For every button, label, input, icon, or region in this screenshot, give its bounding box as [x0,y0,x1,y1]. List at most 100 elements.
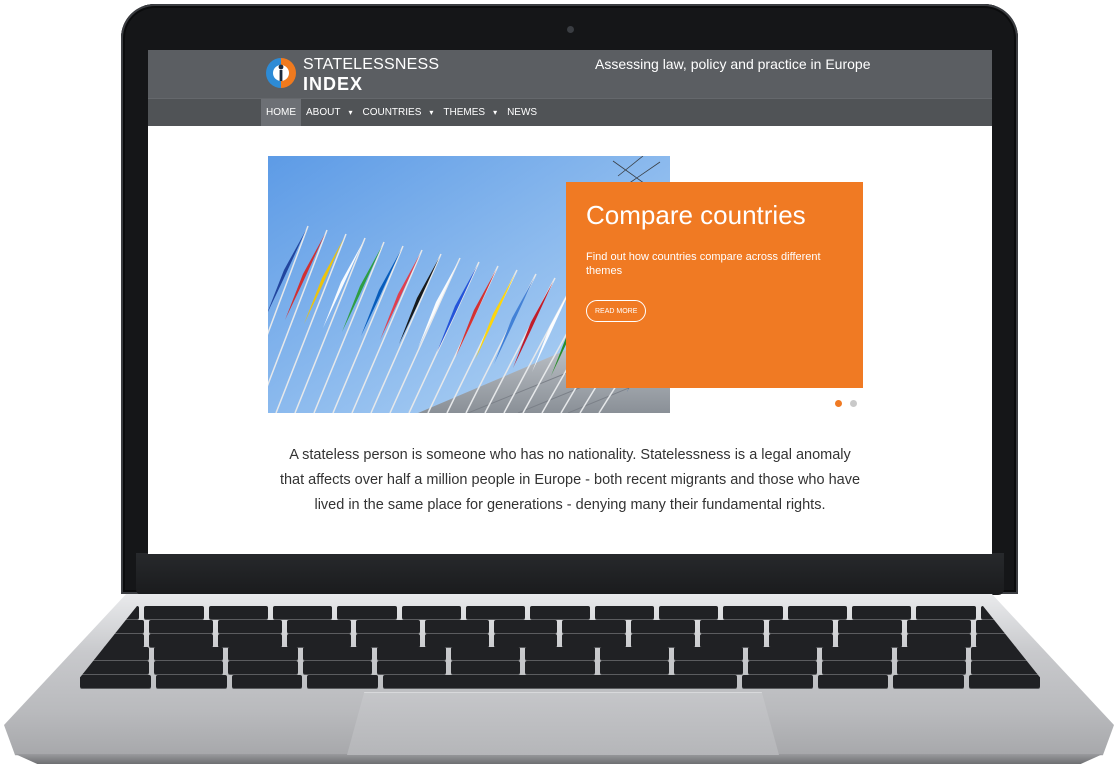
keyboard-key [144,606,204,619]
keyboard-key [231,674,303,688]
keyboard-row [70,661,1050,675]
keyboard-key [599,661,669,675]
trackpad [347,692,779,755]
keyboard-key [154,647,224,661]
site-header: STATELESSNESS INDEX Assessing law, polic… [148,50,992,98]
keyboard-key [217,619,282,633]
keyboard-key [530,606,590,619]
nav-item-about[interactable]: ABOUT [301,99,345,126]
keyboard-key [401,606,461,619]
webcam [567,26,574,33]
keyboard-key [376,661,447,675]
keyboard-key [155,674,227,688]
keyboard-key [896,647,966,661]
keyboard-key [337,606,397,619]
keyboard-key [451,661,521,675]
keyboard-key [562,619,627,633]
main-navigation: HOME ABOUT ▾ COUNTRIES ▾ THEMES ▾ NEWS [148,98,992,126]
slider-dot-1[interactable] [835,400,842,407]
keyboard-key [525,661,595,675]
keyboard-key [302,647,372,661]
keyboard-key [599,647,669,661]
keyboard-key [154,661,224,675]
chevron-down-icon: ▾ [429,108,434,117]
keyboard-row [70,633,1050,647]
keyboard-key [723,606,783,619]
keyboard [70,604,1050,690]
keyboard-key [451,647,521,661]
keyboard-key [748,647,818,661]
keyboard-key [787,606,847,619]
keyboard-key [741,674,813,688]
keyboard-key [383,674,737,688]
intro-paragraph: A stateless person is someone who has no… [279,447,861,513]
keyboard-key [307,674,379,688]
keyboard-row [70,647,1050,661]
read-more-button[interactable]: READ MORE [586,300,647,322]
keyboard-key [355,633,420,647]
keyboard-key [748,661,818,675]
keyboard-key [769,633,834,647]
keyboard-key [896,661,966,675]
laptop-base-edge [15,754,1103,764]
keyboard-key [658,606,719,619]
keyboard-key [907,619,971,633]
keyboard-key [907,633,971,647]
keyboard-key [916,606,976,619]
keyboard-key [525,647,595,661]
keyboard-key [769,619,834,633]
chevron-down-icon: ▾ [348,108,353,117]
nav-item-countries[interactable]: COUNTRIES [357,99,426,126]
nav-item-news[interactable]: NEWS [502,99,542,126]
keyboard-key [851,606,912,619]
keyboard-key [148,619,213,633]
keyboard-key [838,633,903,647]
laptop-screen: STATELESSNESS INDEX Assessing law, polic… [148,50,992,554]
keyboard-key [822,661,892,675]
keyboard-key [148,633,213,647]
keyboard-row [70,619,1050,633]
keyboard-key [286,619,351,633]
keyboard-key [631,619,696,633]
slide-description: Find out how countries compare across di… [586,251,821,277]
nav-menu: HOME ABOUT ▾ COUNTRIES ▾ THEMES ▾ NEWS [261,99,542,126]
nav-item-home[interactable]: HOME [261,99,301,126]
keyboard-key [700,633,765,647]
laptop-hinge [136,553,1004,595]
keyboard-key [272,606,333,619]
keyboard-key [465,606,526,619]
keyboard-key [424,633,489,647]
keyboard-key [562,633,627,647]
slide-caption-card: Compare countries Find out how countries… [566,182,863,388]
keyboard-key [969,674,1040,688]
chevron-down-icon: ▾ [493,108,498,117]
site-tagline: Assessing law, policy and practice in Eu… [595,56,871,72]
keyboard-key [228,647,298,661]
keyboard-key [673,647,744,661]
keyboard-key [493,619,558,633]
keyboard-key [302,661,372,675]
keyboard-key [286,633,351,647]
keyboard-key [673,661,744,675]
keyboard-key [822,647,892,661]
keyboard-key [355,619,420,633]
person-figure-icon [278,64,284,81]
keyboard-key [893,674,965,688]
keyboard-key [217,633,282,647]
keyboard-key [700,619,765,633]
keyboard-row [70,606,1050,619]
slider-dot-2[interactable] [850,400,857,407]
logo-wordmark-line1[interactable]: STATELESSNESS [303,56,439,74]
keyboard-key [80,674,151,688]
nav-item-themes[interactable]: THEMES [438,99,490,126]
keyboard-key [838,619,903,633]
keyboard-key [228,661,298,675]
keyboard-key [631,633,696,647]
keyboard-key [493,633,558,647]
keyboard-key [376,647,447,661]
logo-wordmark-line2[interactable]: INDEX [303,74,363,95]
keyboard-key [817,674,889,688]
slide-title: Compare countries [586,200,806,230]
keyboard-key [424,619,489,633]
keyboard-key [594,606,654,619]
